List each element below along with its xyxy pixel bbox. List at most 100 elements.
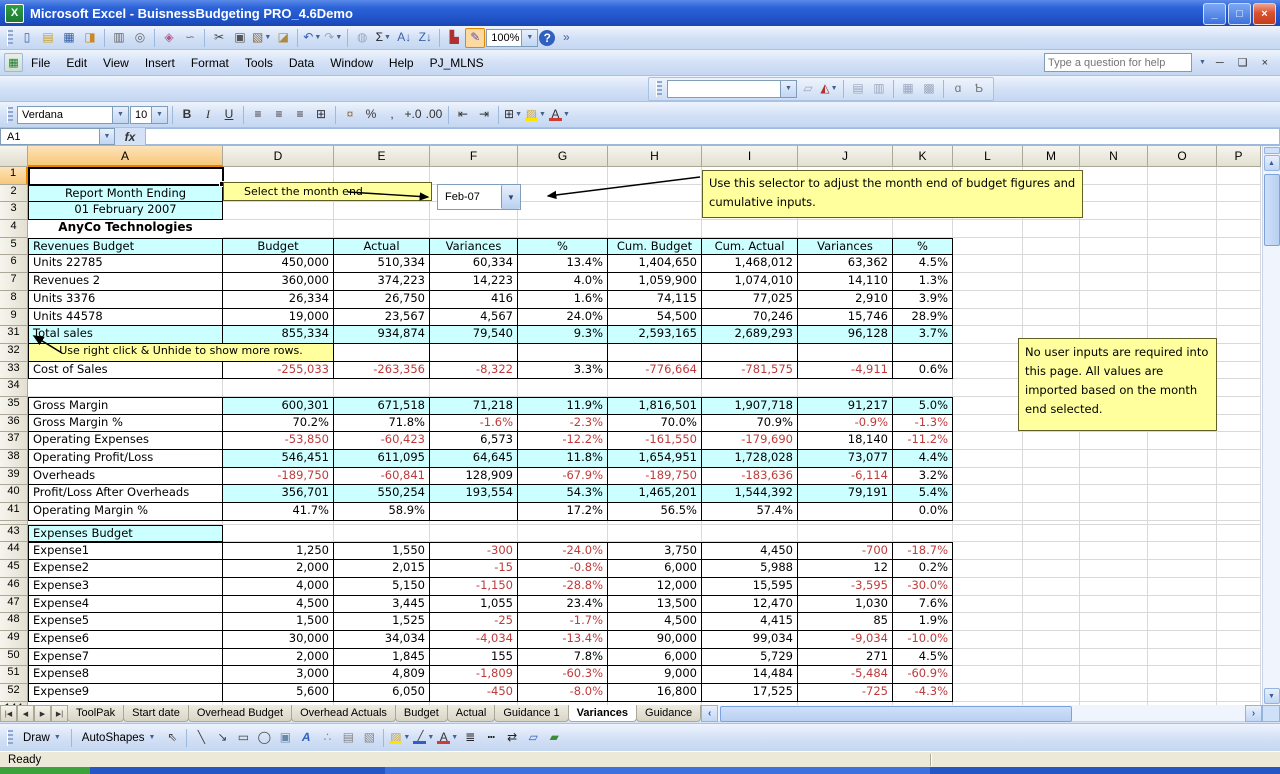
cell-E50[interactable]: 1,845 (334, 649, 430, 667)
cell-J4[interactable] (798, 220, 893, 238)
cell-D43[interactable] (223, 525, 334, 543)
cell-A33[interactable]: Cost of Sales (28, 362, 223, 380)
toolbar-handle[interactable] (656, 81, 662, 97)
cell-O44[interactable] (1148, 542, 1217, 560)
cell-L51[interactable] (953, 666, 1023, 684)
cell-J50[interactable]: 271 (798, 649, 893, 667)
cell-G52[interactable]: -8.0% (518, 684, 608, 702)
cell-E41[interactable]: 58.9% (334, 503, 430, 521)
cell-P2[interactable] (1217, 185, 1261, 203)
column-header-J[interactable]: J (798, 146, 893, 167)
cell-F4[interactable] (430, 220, 518, 238)
cell-H45[interactable]: 6,000 (608, 560, 702, 578)
cell-F39[interactable]: 128,909 (430, 468, 518, 486)
bold-button[interactable]: B (177, 105, 197, 125)
cell-D7[interactable]: 360,000 (223, 273, 334, 291)
cell-G4[interactable] (518, 220, 608, 238)
cell-E49[interactable]: 34,034 (334, 631, 430, 649)
vertical-scroll-thumb[interactable] (1264, 174, 1280, 246)
cell-N44[interactable] (1080, 542, 1148, 560)
cell-H41[interactable]: 56.5% (608, 503, 702, 521)
tab-scroll-left-icon[interactable]: ‹ (701, 705, 718, 722)
cell-J6[interactable]: 63,362 (798, 255, 893, 273)
cell-A52[interactable]: Expense9 (28, 684, 223, 702)
cell-O46[interactable] (1148, 578, 1217, 596)
row-header-49[interactable]: 49 (0, 631, 28, 649)
line-icon[interactable]: ╲ (191, 728, 211, 748)
cell-K32[interactable] (893, 344, 953, 362)
save-icon[interactable]: ▦ (59, 28, 79, 48)
cell-L50[interactable] (953, 649, 1023, 667)
cell-O52[interactable] (1148, 684, 1217, 702)
cell-E47[interactable]: 3,445 (334, 596, 430, 614)
cell-G38[interactable]: 11.8% (518, 450, 608, 468)
cell-O49[interactable] (1148, 631, 1217, 649)
arrow-style-icon[interactable]: ⇄ (502, 728, 522, 748)
cell-K40[interactable]: 5.4% (893, 485, 953, 503)
cell-E4[interactable] (334, 220, 430, 238)
name-box[interactable]: A1 (0, 128, 100, 145)
row-header-8[interactable]: 8 (0, 291, 28, 309)
scroll-up-icon[interactable]: ▲ (1264, 155, 1280, 171)
cell-I50[interactable]: 5,729 (702, 649, 798, 667)
cell-P43[interactable] (1217, 525, 1261, 543)
cell-H48[interactable]: 4,500 (608, 613, 702, 631)
cell-N47[interactable] (1080, 596, 1148, 614)
cell-L38[interactable] (953, 450, 1023, 468)
help-search-input[interactable] (1044, 53, 1192, 72)
cell-H34[interactable] (608, 379, 702, 397)
cell-J34[interactable] (798, 379, 893, 397)
cell-N51[interactable] (1080, 666, 1148, 684)
cell-H44[interactable]: 3,750 (608, 542, 702, 560)
cell-I34[interactable] (702, 379, 798, 397)
chart-type-icon[interactable]: ◭▼ (819, 79, 839, 99)
row-header-52[interactable]: 52 (0, 684, 28, 702)
cell-D5[interactable]: Budget (223, 238, 334, 256)
cell-K31[interactable]: 3.7% (893, 326, 953, 344)
spelling-icon[interactable]: ∽ (180, 28, 200, 48)
cell-J5[interactable]: Variances (798, 238, 893, 256)
minimize-button[interactable]: _ (1203, 3, 1226, 25)
cell-H52[interactable]: 16,800 (608, 684, 702, 702)
cell-P3[interactable] (1217, 202, 1261, 220)
cell-J45[interactable]: 12 (798, 560, 893, 578)
threed-style-icon[interactable]: ▰ (544, 728, 564, 748)
sheet-tab-start-date[interactable]: Start date (123, 705, 189, 722)
cell-D40[interactable]: 356,701 (223, 485, 334, 503)
cell-M43[interactable] (1023, 525, 1080, 543)
cell-O2[interactable] (1148, 185, 1217, 203)
cell-N46[interactable] (1080, 578, 1148, 596)
cell-G1[interactable] (518, 167, 608, 185)
cell-L44[interactable] (953, 542, 1023, 560)
cell-P36[interactable] (1217, 415, 1261, 433)
cell-A9[interactable]: Units 44578 (28, 309, 223, 327)
cell-D31[interactable]: 855,334 (223, 326, 334, 344)
row-header-2[interactable]: 2 (0, 185, 28, 203)
select-all-corner[interactable] (0, 146, 28, 167)
italic-button[interactable]: I (198, 105, 218, 125)
cell-O38[interactable] (1148, 450, 1217, 468)
clip-art-icon[interactable]: ▤ (338, 728, 358, 748)
row-header-41[interactable]: 41 (0, 503, 28, 521)
currency-icon[interactable]: ¤ (340, 105, 360, 125)
cell-G46[interactable]: -28.8% (518, 578, 608, 596)
decrease-indent-icon[interactable]: ⇤ (453, 105, 473, 125)
cell-M50[interactable] (1023, 649, 1080, 667)
list-icon[interactable]: ▦ (898, 79, 918, 99)
tab-next-icon[interactable]: ▶ (34, 705, 51, 722)
cell-P7[interactable] (1217, 273, 1261, 291)
cell-L46[interactable] (953, 578, 1023, 596)
cell-G32[interactable] (518, 344, 608, 362)
sheet-tab-variances[interactable]: Variances (568, 705, 637, 722)
cell-G39[interactable]: -67.9% (518, 468, 608, 486)
column-header-A[interactable]: A (28, 146, 223, 167)
paste-icon[interactable]: ▧▼ (251, 28, 272, 48)
cell-H39[interactable]: -189,750 (608, 468, 702, 486)
cell-H4[interactable] (608, 220, 702, 238)
cell-O3[interactable] (1148, 202, 1217, 220)
cell-I51[interactable]: 14,484 (702, 666, 798, 684)
cell-J37[interactable]: 18,140 (798, 432, 893, 450)
cell-I35[interactable]: 1,907,718 (702, 397, 798, 415)
cell-P5[interactable] (1217, 238, 1261, 256)
cell-E3[interactable] (334, 202, 430, 220)
